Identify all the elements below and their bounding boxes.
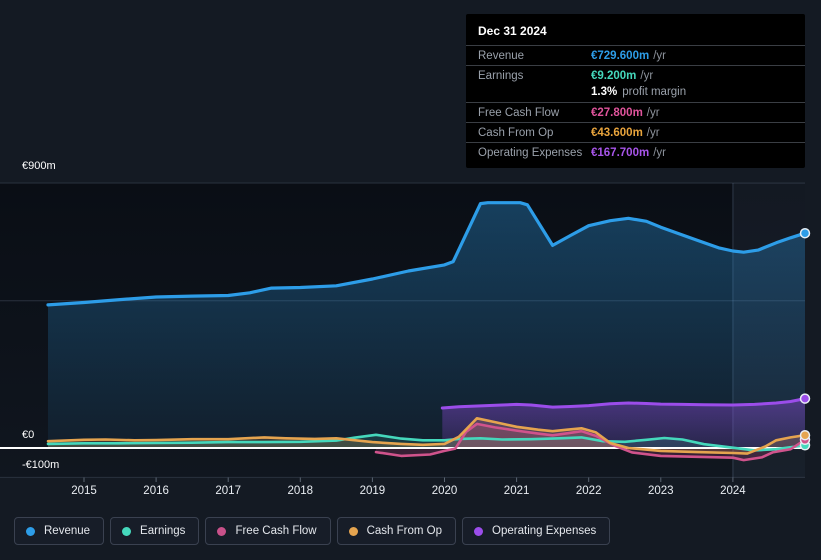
profit-margin-label: profit margin (622, 86, 687, 98)
tooltip-label: Free Cash Flow (478, 107, 560, 119)
tooltip-date: Dec 31 2024 (478, 24, 547, 38)
legend-label: Revenue (44, 525, 91, 537)
opex-end-marker (799, 393, 811, 404)
y-axis-label-0: €0 (22, 429, 35, 441)
tooltip-row-free-cash-flow: Free Cash Flow €27.800m /yr (466, 102, 805, 122)
tooltip-row-revenue: Revenue €729.600m /yr (466, 45, 805, 65)
x-axis-label-2023: 2023 (648, 485, 674, 497)
tooltip-value: €9.200m (591, 70, 637, 82)
tooltip-label: Cash From Op (478, 127, 554, 139)
operating-expenses-dot-icon (474, 526, 484, 536)
cashop-end-marker (799, 429, 811, 441)
tooltip-label: Earnings (478, 70, 524, 82)
x-axis-label-2017: 2017 (215, 485, 241, 497)
revenue-dot-icon (26, 526, 35, 536)
legend-label: Earnings (140, 525, 186, 537)
legend-item-revenue[interactable]: Revenue (14, 517, 105, 545)
tooltip-value: €167.700m (591, 147, 650, 159)
tooltip-value: €27.800m (591, 107, 643, 119)
revenue-end-marker (799, 227, 811, 239)
x-axis-label-2015: 2015 (71, 485, 97, 497)
x-axis-label-2020: 2020 (431, 485, 458, 497)
x-axis-label-2016: 2016 (143, 485, 169, 497)
legend-label: Operating Expenses (492, 525, 597, 537)
x-axis-label-2021: 2021 (503, 485, 530, 497)
tooltip-label: Operating Expenses (478, 147, 583, 159)
profit-margin-value: 1.3% (591, 86, 618, 98)
x-axis-label-2024: 2024 (720, 485, 746, 497)
cash-from-op-dot-icon (348, 526, 358, 536)
tooltip-suffix: /yr (640, 70, 654, 82)
legend-item-earnings[interactable]: Earnings (110, 517, 200, 545)
legend-item-cash-from-op[interactable]: Cash From Op (336, 517, 457, 545)
legend: Revenue Earnings Free Cash Flow Cash Fro… (14, 517, 611, 545)
legend-label: Cash From Op (366, 525, 443, 537)
tooltip-suffix: /yr (646, 127, 660, 139)
x-axis-label-2022: 2022 (575, 485, 602, 497)
tooltip-card: Dec 31 2024 Revenue €729.600m /yr Earnin… (466, 14, 805, 168)
tooltip-row-profit-margin: 1.3% profit margin (466, 85, 805, 102)
legend-item-operating-expenses[interactable]: Operating Expenses (462, 517, 611, 545)
financials-chart-panel: €900m €0 -€100m 2015 2016 2017 2018 2019 2020… (0, 0, 821, 560)
legend-item-free-cash-flow[interactable]: Free Cash Flow (205, 517, 331, 545)
legend-label: Free Cash Flow (235, 525, 317, 537)
tooltip-value: €43.600m (591, 127, 643, 139)
tooltip-row-earnings: Earnings €9.200m /yr (466, 65, 805, 85)
tooltip-suffix: /yr (653, 50, 666, 62)
earnings-dot-icon (122, 526, 132, 536)
y-axis-label-900m: €900m (22, 160, 56, 172)
x-axis-label-2018: 2018 (287, 485, 314, 497)
tooltip-value: €729.600m (591, 50, 650, 62)
tooltip-label: Revenue (478, 50, 525, 62)
tooltip-suffix: /yr (646, 107, 660, 119)
free-cash-flow-dot-icon (217, 526, 227, 536)
tooltip-row-cash-from-op: Cash From Op €43.600m /yr (466, 122, 805, 142)
tooltip-suffix: /yr (653, 147, 666, 159)
y-axis-label-neg100m: -€100m (22, 459, 60, 471)
tooltip-row-operating-expenses: Operating Expenses €167.700m /yr (466, 142, 805, 162)
x-axis-ticks (83, 477, 734, 482)
x-axis-label-2019: 2019 (359, 485, 386, 497)
